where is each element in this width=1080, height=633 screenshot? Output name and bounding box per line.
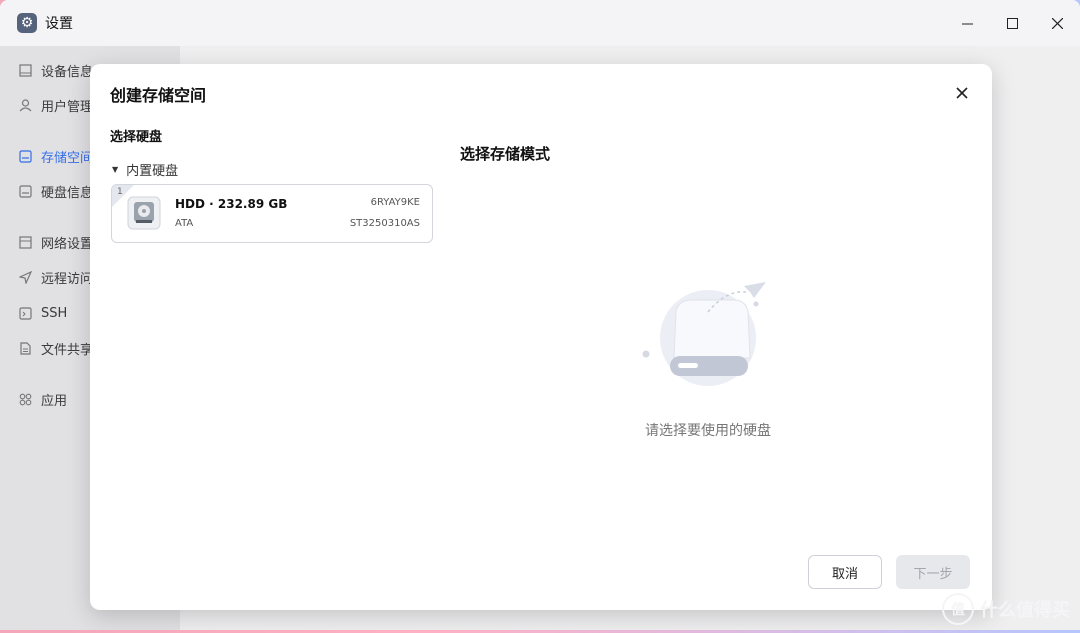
storage-mode-title: 选择存储模式 xyxy=(460,145,551,163)
watermark-text: 什么值得买 xyxy=(980,600,1070,621)
settings-app-icon: ⚙ xyxy=(17,13,37,33)
disk-interface: ATA xyxy=(175,218,194,229)
minimize-button[interactable] xyxy=(945,0,990,46)
disk-name: HDD · 232.89 GB xyxy=(175,197,288,211)
next-button[interactable]: 下一步 xyxy=(896,555,970,589)
title-bar: ⚙ 设置 xyxy=(0,0,1080,46)
close-icon xyxy=(956,87,968,99)
disk-serial: 6RYAY9KE xyxy=(370,197,420,208)
dialog-title: 创建存储空间 xyxy=(110,86,207,105)
window-controls xyxy=(945,0,1080,46)
cancel-button[interactable]: 取消 xyxy=(808,555,882,589)
close-icon xyxy=(1052,17,1063,29)
maximize-button[interactable] xyxy=(990,0,1035,46)
slot-number: 1 xyxy=(117,187,123,197)
close-window-button[interactable] xyxy=(1035,0,1080,46)
hdd-icon xyxy=(127,196,161,230)
settings-window: ⚙ 设置 设备信息 用户管理 存储空间 硬盘信息 网络设置 远程访问 SSH 文… xyxy=(0,0,1080,630)
minimize-icon xyxy=(962,23,973,24)
empty-state-text: 请选择要使用的硬盘 xyxy=(645,423,771,439)
caret-down-icon: ▼ xyxy=(112,165,119,174)
dialog-close-button[interactable] xyxy=(952,84,972,104)
create-storage-dialog: 创建存储空间 选择硬盘 ▼ 内置硬盘 1 HDD · 232.89 GB ATA… xyxy=(90,64,992,610)
maximize-icon xyxy=(1007,17,1018,29)
window-title: 设置 xyxy=(45,16,73,32)
disk-card[interactable]: 1 HDD · 232.89 GB ATA 6RYAY9KE ST3250310… xyxy=(111,184,433,243)
empty-disk-illustration xyxy=(642,282,766,386)
group-label: 内置硬盘 xyxy=(126,164,179,179)
select-disk-title: 选择硬盘 xyxy=(110,130,163,145)
internal-disk-group[interactable]: ▼ 内置硬盘 xyxy=(112,160,178,179)
watermark: 值 什么值得买 xyxy=(942,593,1070,625)
watermark-logo-icon: 值 xyxy=(942,593,974,625)
disk-model: ST3250310AS xyxy=(349,218,420,229)
